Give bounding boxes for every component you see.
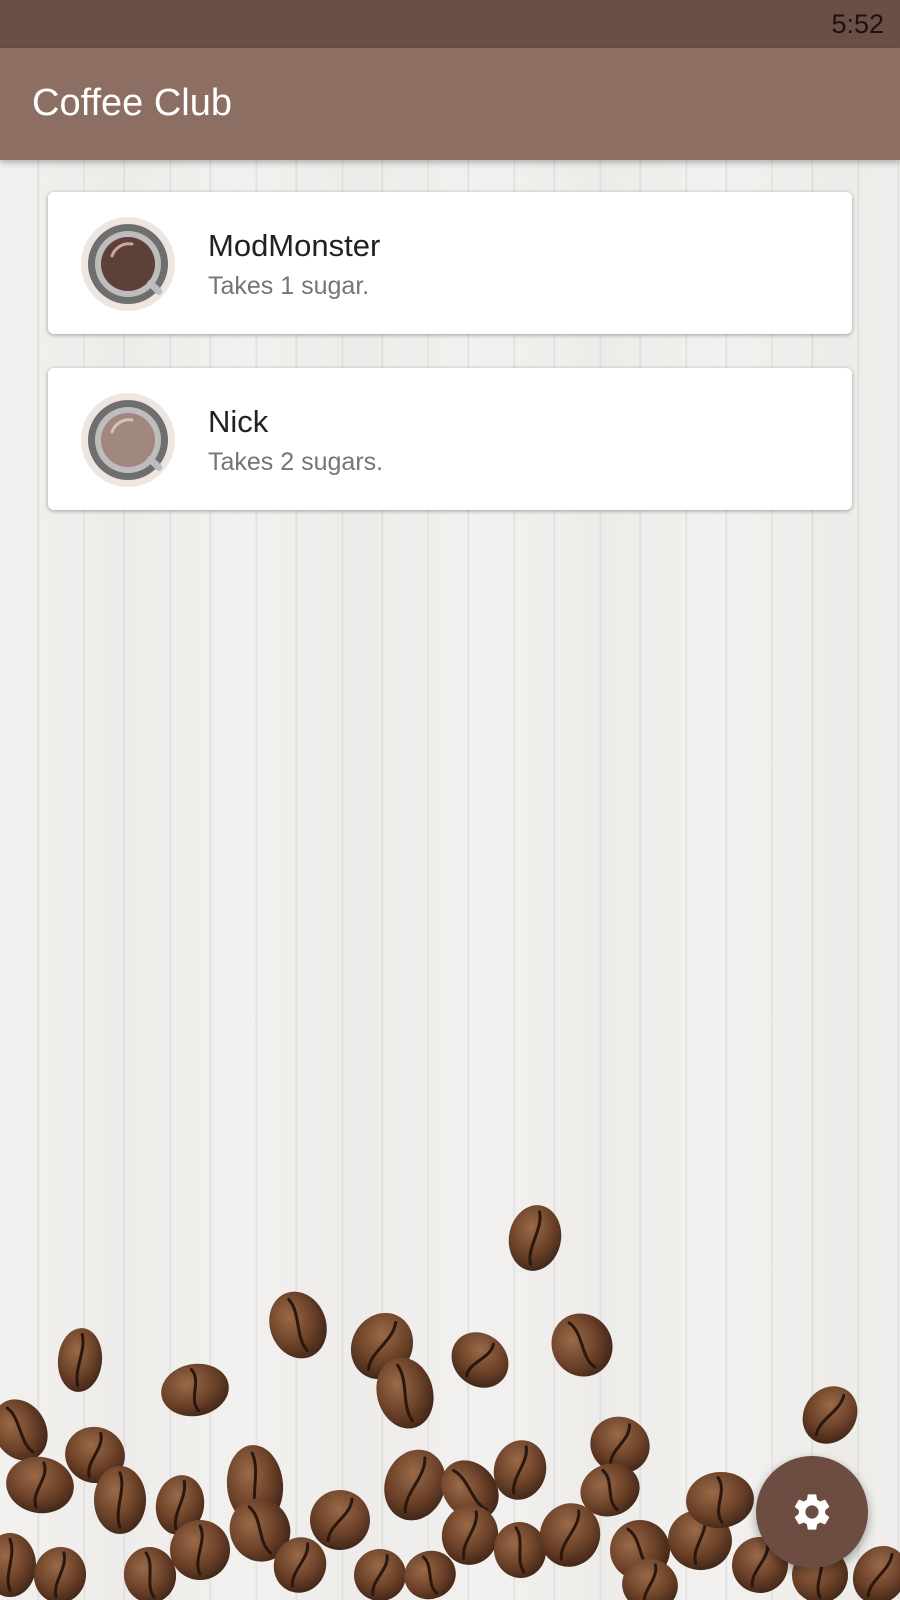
coffee-bean (94, 1466, 146, 1534)
member-name: Nick (208, 404, 269, 439)
status-bar: 5:52 (0, 0, 900, 48)
gear-icon (794, 1494, 830, 1530)
settings-button[interactable] (756, 1456, 868, 1568)
app-bar: Coffee Club (0, 48, 900, 160)
coffee-bean (57, 1328, 103, 1392)
app-title: Coffee Club (32, 82, 232, 124)
coffee-bean (170, 1520, 230, 1580)
coffee-cup-icon (81, 217, 175, 311)
member-card-modmonster[interactable]: ModMonster Takes 1 sugar. (48, 192, 852, 334)
member-card-nick[interactable]: Nick Takes 2 sugars. (48, 368, 852, 510)
coffee-bean (33, 1547, 87, 1600)
member-name: ModMonster (208, 228, 381, 263)
coffee-bean (354, 1549, 406, 1600)
member-sugar-preference: Takes 2 sugars. (208, 448, 384, 476)
coffee-bean (508, 1205, 562, 1271)
coffee-bean (451, 1332, 509, 1388)
coffee-bean (161, 1363, 229, 1417)
status-time: 5:52 (831, 9, 884, 39)
coffee-bean (269, 1291, 327, 1359)
coffee-bean (0, 1533, 36, 1597)
coffee-bean (802, 1386, 858, 1444)
coffee-bean (551, 1313, 613, 1377)
coffee-cup-icon (81, 393, 175, 487)
member-sugar-preference: Takes 1 sugar. (208, 272, 370, 300)
